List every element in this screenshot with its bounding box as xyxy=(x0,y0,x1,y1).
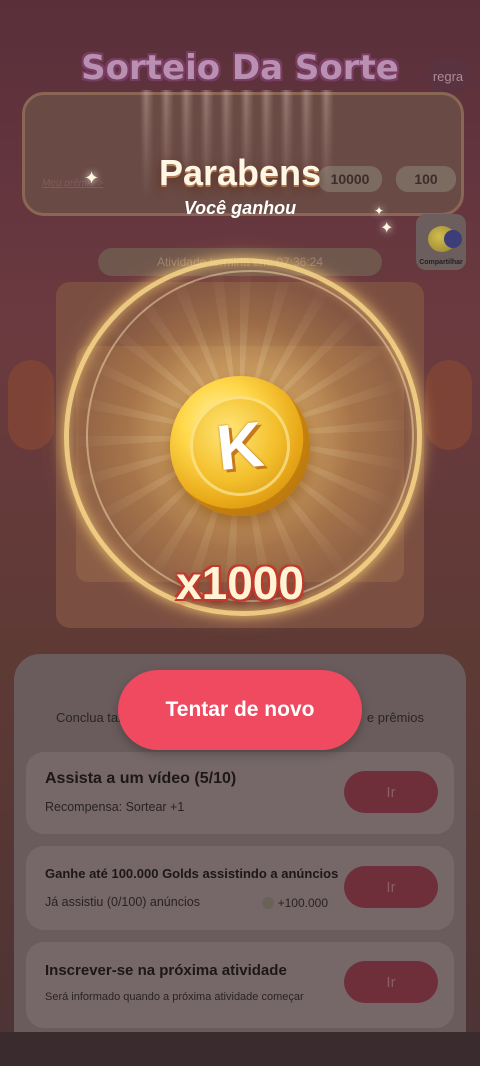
sparkle-icon: ✦ xyxy=(380,220,394,237)
sparkle-icon: ✦ xyxy=(374,204,385,218)
sparkle-icon: ✦ xyxy=(84,168,100,188)
you-won-label: Você ganhou xyxy=(183,198,297,218)
task-reward: +100.000 xyxy=(261,896,328,910)
share-button[interactable]: Compartilhar xyxy=(416,214,466,270)
task-go-button[interactable]: Ir xyxy=(344,771,438,813)
task-subtitle: Recompensa: Sortear +1 xyxy=(45,800,185,814)
tasks-intro-right: e prêmios xyxy=(366,710,424,725)
rule-button[interactable]: regra xyxy=(428,58,468,94)
task-title: Inscrever-se na próxima atividade xyxy=(45,962,287,979)
task-subtitle: Será informado quando a próxima atividad… xyxy=(45,991,304,1003)
coin-face: K xyxy=(185,391,295,501)
coin-icon xyxy=(261,897,274,909)
task-go-button[interactable]: Ir xyxy=(344,866,438,908)
share-arrow-icon xyxy=(444,230,462,248)
coin-letter: K xyxy=(213,407,267,485)
retry-button[interactable]: Tentar de novo xyxy=(118,670,362,750)
task-subtitle: Já assistiu (0/100) anúncios xyxy=(45,895,200,909)
reward-amount: x1000 xyxy=(176,557,304,609)
bottom-bar xyxy=(0,1032,480,1066)
task-title: Assista a um vídeo (5/10) xyxy=(45,770,237,787)
congrats-title: Parabens xyxy=(158,152,322,193)
share-label: Compartilhar xyxy=(419,259,463,266)
task-go-button[interactable]: Ir xyxy=(344,961,438,1003)
task-title: Ganhe até 100.000 Golds assistindo a anú… xyxy=(45,866,339,881)
page-title: Sorteio Da Sorte xyxy=(81,48,399,88)
task-reward-value: +100.000 xyxy=(277,896,328,910)
